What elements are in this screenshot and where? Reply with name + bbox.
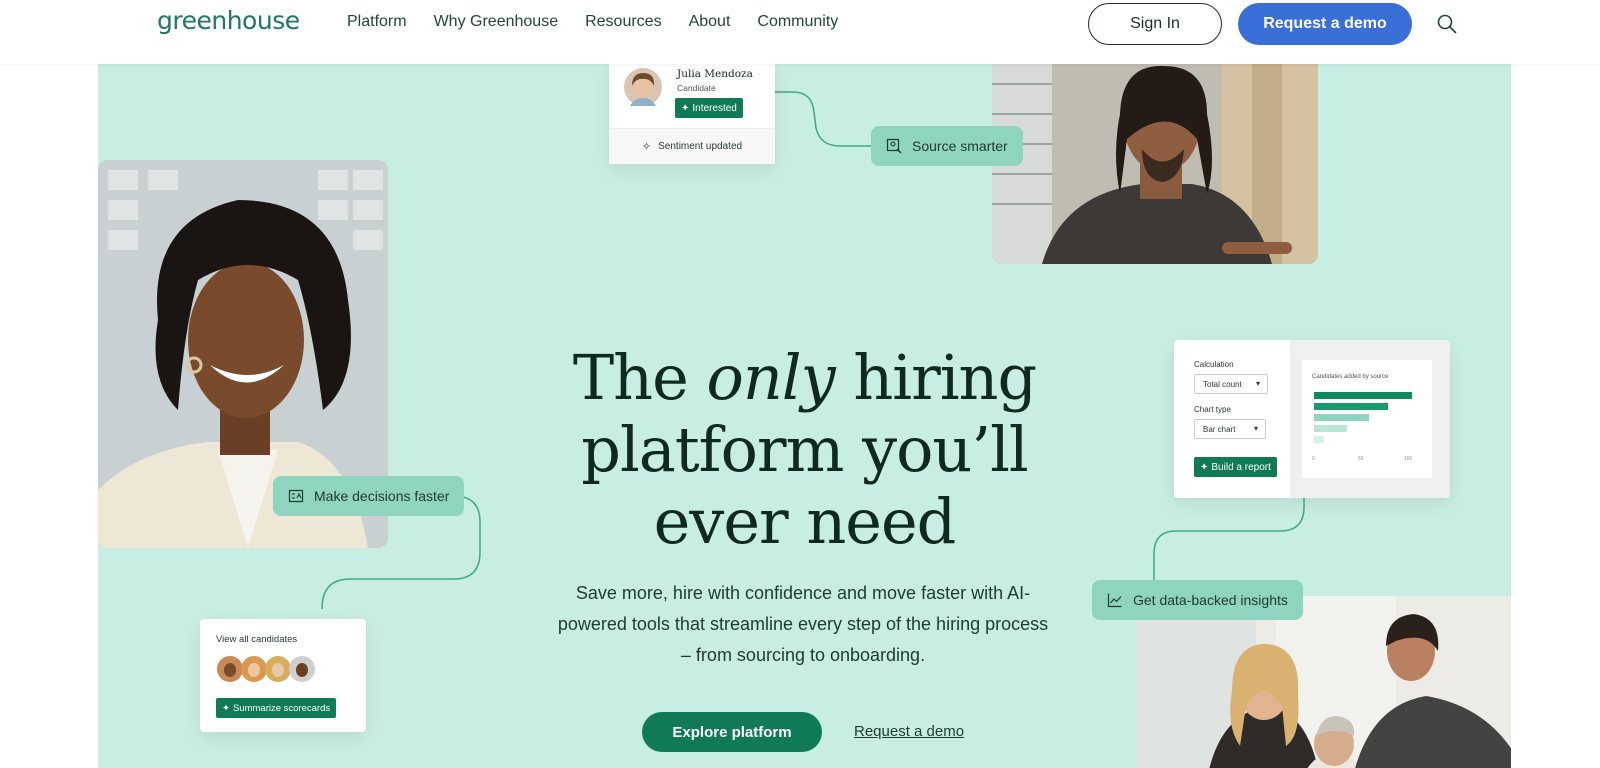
headline-line-3: ever need bbox=[653, 485, 957, 558]
sparkle-icon: ✧ bbox=[641, 141, 652, 153]
team-photo bbox=[1136, 596, 1511, 768]
source-smarter-label: Source smarter bbox=[912, 138, 1008, 154]
sparkle-icon: ✦ bbox=[222, 702, 230, 714]
nav-links: Platform Why Greenhouse Resources About … bbox=[347, 13, 865, 31]
request-demo-button[interactable]: Request a demo bbox=[1238, 3, 1412, 45]
sentiment-row: ✧ Sentiment updated bbox=[609, 128, 775, 164]
nav-link-why-greenhouse[interactable]: Why Greenhouse bbox=[434, 13, 559, 31]
candidates-card[interactable]: View all candidates ✦ Summarize scorecard… bbox=[200, 619, 366, 732]
explore-platform-button[interactable]: Explore platform bbox=[642, 712, 822, 752]
headline-text: hiring bbox=[834, 341, 1037, 414]
sparkle-icon: ✦ bbox=[681, 102, 690, 114]
hero-subtext: Save more, hire with confidence and move… bbox=[557, 583, 1049, 665]
interested-label: Interested bbox=[692, 102, 737, 114]
search-icon[interactable] bbox=[1436, 13, 1458, 35]
hero-headline: The only hiring platform you’ll ever nee… bbox=[98, 342, 1511, 558]
candidate-avatars bbox=[216, 655, 316, 683]
nav-link-platform[interactable]: Platform bbox=[347, 13, 407, 31]
candidate-card[interactable]: Julia Mendoza Candidate ✦ Interested ✧ Sen… bbox=[609, 64, 775, 164]
nav-link-community[interactable]: Community bbox=[757, 13, 838, 31]
line-chart-icon bbox=[1107, 593, 1122, 608]
headline-emphasis: only bbox=[706, 341, 836, 414]
headline-line-2: platform you’ll bbox=[581, 413, 1028, 486]
candidate-role: Candidate bbox=[677, 83, 716, 93]
summarize-scorecards-button[interactable]: ✦ Summarize scorecards bbox=[216, 698, 337, 718]
insights-pill: Get data-backed insights bbox=[1092, 580, 1303, 620]
source-smarter-pill: Source smarter bbox=[871, 126, 1023, 166]
nav-link-about[interactable]: About bbox=[689, 13, 731, 31]
candidate-name: Julia Mendoza bbox=[677, 68, 753, 80]
man-photo bbox=[992, 64, 1318, 264]
sign-in-button[interactable]: Sign In bbox=[1088, 3, 1222, 45]
nav-link-resources[interactable]: Resources bbox=[585, 13, 661, 31]
candidate-avatar bbox=[624, 68, 662, 106]
sentiment-label: Sentiment updated bbox=[658, 141, 743, 152]
candidates-card-title: View all candidates bbox=[216, 634, 298, 645]
magnifier-person-icon bbox=[886, 138, 902, 154]
request-demo-link[interactable]: Request a demo bbox=[854, 723, 964, 740]
headline-text: The bbox=[572, 341, 707, 414]
greenhouse-logo[interactable]: greenhouse bbox=[157, 6, 300, 35]
insights-label: Get data-backed insights bbox=[1133, 592, 1288, 608]
hero-section: Julia Mendoza Candidate ✦ Interested ✧ Sen… bbox=[98, 64, 1511, 768]
summarize-scorecards-label: Summarize scorecards bbox=[232, 702, 331, 714]
interested-badge[interactable]: ✦ Interested bbox=[675, 98, 743, 118]
top-navigation: greenhouse Platform Why Greenhouse Resou… bbox=[0, 0, 1600, 64]
